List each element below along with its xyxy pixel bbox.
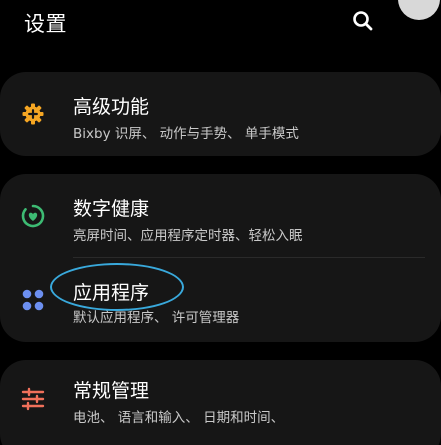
advanced-features-icon [20,101,46,127]
top-bar: 设置 [0,0,441,46]
settings-item-label: 数字健康 [73,198,150,220]
general-management-icon [20,386,46,412]
settings-group-wellbeing-apps: 数字健康 亮屏时间、应用程序定时器、轻松入眠 应用程序 默认应用程序、 许可管理… [0,174,441,342]
settings-item-apps[interactable]: 应用程序 默认应用程序、 许可管理器 [0,258,441,342]
settings-item-subtitle: 亮屏时间、应用程序定时器、轻松入眠 [73,228,303,244]
settings-item-digital-wellbeing[interactable]: 数字健康 亮屏时间、应用程序定时器、轻松入眠 [0,174,441,258]
digital-wellbeing-icon [20,203,46,229]
avatar[interactable] [398,0,440,20]
settings-group-general: 常规管理 电池、 语言和输入、 日期和时间、 [0,360,441,445]
page-title: 设置 [24,12,67,36]
settings-group-advanced: 高级功能 Bixby 识屏、 动作与手势、 单手模式 [0,72,441,156]
settings-item-subtitle: 默认应用程序、 许可管理器 [73,310,240,326]
search-icon[interactable] [350,8,376,34]
settings-item-advanced-features[interactable]: 高级功能 Bixby 识屏、 动作与手势、 单手模式 [0,72,441,156]
settings-item-label: 应用程序 [73,282,150,304]
settings-screen: 设置 高级功能 Bixby 识屏、 动作与手势、 单手模式 数字健康 亮屏时间、… [0,0,441,445]
apps-icon [20,287,46,313]
settings-item-subtitle: 电池、 语言和输入、 日期和时间、 [73,410,285,426]
settings-item-label: 常规管理 [73,380,150,402]
settings-item-general-management[interactable]: 常规管理 电池、 语言和输入、 日期和时间、 [0,360,441,444]
settings-item-label: 高级功能 [73,96,150,118]
settings-item-subtitle: Bixby 识屏、 动作与手势、 单手模式 [73,126,299,142]
